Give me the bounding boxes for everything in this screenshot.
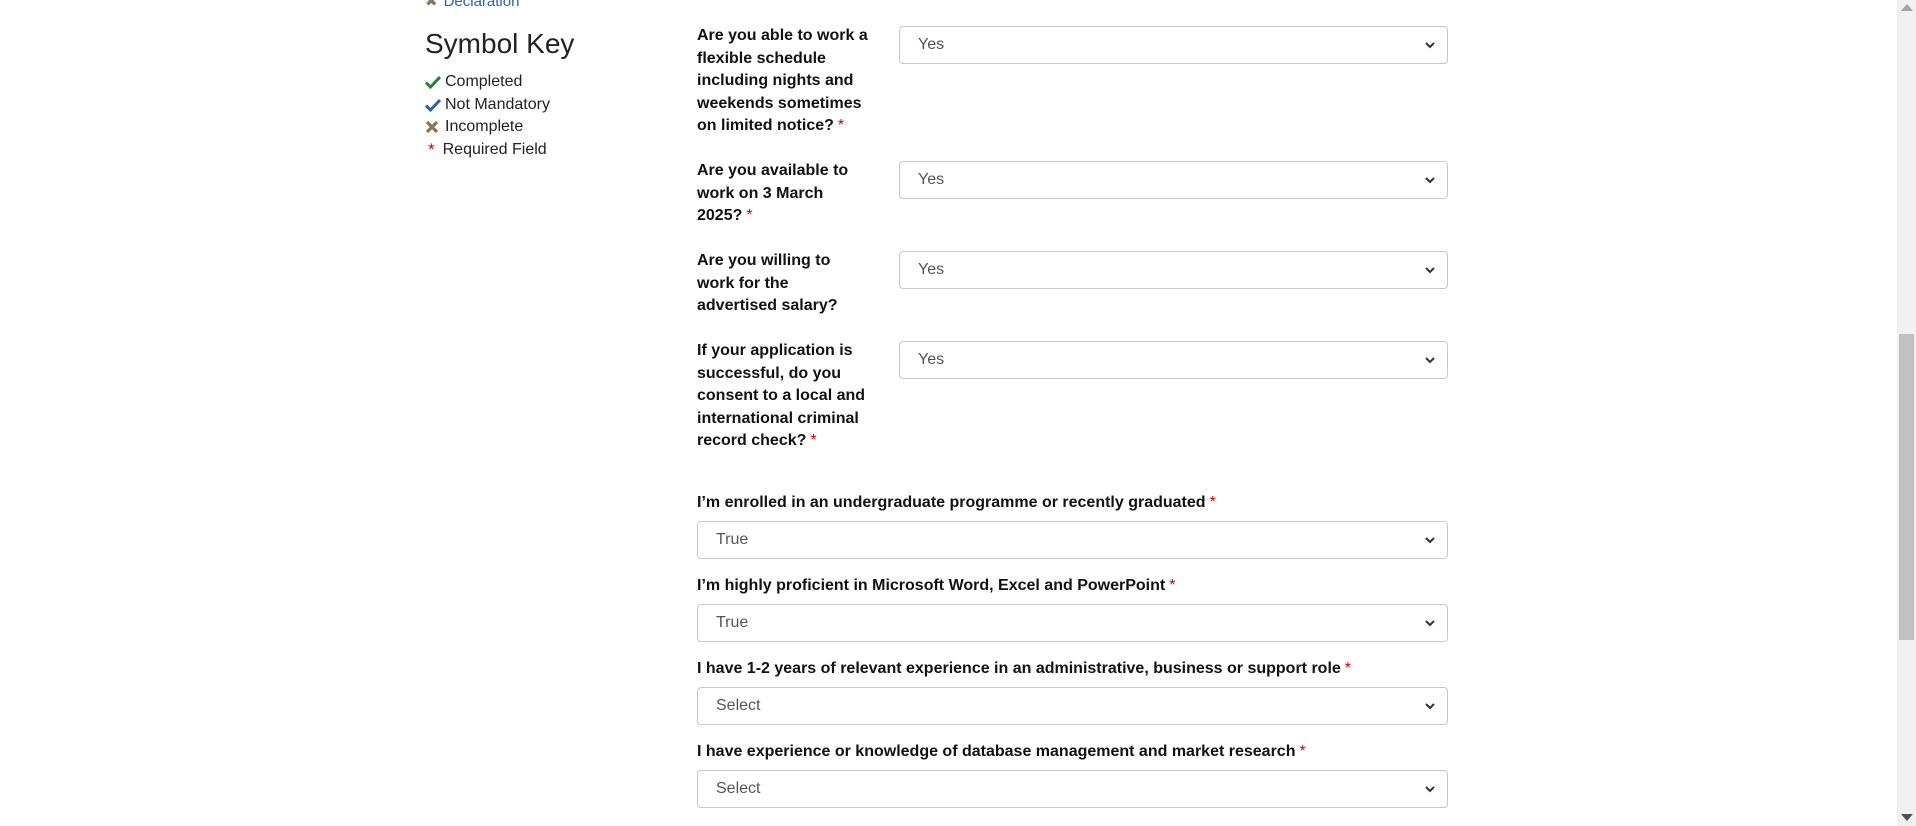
chevron-down-icon [1425, 42, 1435, 49]
check-icon [425, 98, 441, 112]
select-value: True [716, 531, 749, 548]
sidebar-link-label: Declaration [443, 0, 520, 10]
page: ✖ Declaration Symbol Key Completed Not Ma… [0, 0, 1897, 826]
chevron-down-icon [1425, 537, 1435, 544]
required-asterisk: * [1169, 577, 1176, 594]
question-text: Are you available to work on 3 March 202… [697, 162, 849, 224]
symbol-key-label: Required Field [442, 140, 547, 158]
chevron-down-icon [1425, 357, 1435, 364]
scroll-down-arrow-icon[interactable] [1901, 814, 1913, 821]
asterisk-icon: * [428, 139, 435, 159]
undergraduate-select[interactable]: True [697, 521, 1448, 559]
select-value: Yes [918, 171, 945, 188]
symbol-key-title: Symbol Key [425, 28, 575, 59]
question-label: Are you available to work on 3 March 202… [697, 160, 872, 228]
criminal-record-check-select[interactable]: Yes [899, 341, 1448, 379]
experience-select[interactable]: Select [697, 687, 1448, 725]
symbol-key-item-required: * Required Field [425, 139, 550, 162]
scrollbar-thumb[interactable] [1899, 334, 1914, 640]
cross-icon: ✖ [425, 0, 438, 10]
question-label: I have 1-2 years of relevant experience … [697, 658, 1457, 681]
symbol-key-item-completed: Completed [425, 71, 550, 94]
required-asterisk: * [1344, 660, 1352, 677]
symbol-key-label: Incomplete [445, 118, 524, 135]
required-asterisk: * [1299, 743, 1306, 760]
select-value: True [716, 614, 749, 631]
sidebar-link-declaration[interactable]: ✖ Declaration [425, 0, 519, 10]
required-asterisk: * [837, 117, 845, 134]
symbol-key-label: Completed [445, 73, 523, 90]
chevron-down-icon [1425, 620, 1435, 627]
question-text: Are you willing to work for the advertis… [697, 252, 838, 314]
required-asterisk: * [1209, 494, 1216, 511]
question-text: I’m enrolled in an undergraduate program… [697, 494, 1206, 511]
question-text: I have experience or knowledge of databa… [697, 743, 1296, 760]
check-icon [425, 75, 441, 90]
question-text: I’m highly proficient in Microsoft Word,… [697, 577, 1166, 594]
question-label: Are you willing to work for the advertis… [697, 250, 872, 318]
question-label: Are you able to work a flexible schedule… [697, 25, 872, 138]
flexible-schedule-select[interactable]: Yes [899, 26, 1448, 64]
microsoft-office-select[interactable]: True [697, 604, 1448, 642]
availability-select[interactable]: Yes [899, 161, 1448, 199]
chevron-down-icon [1425, 703, 1435, 710]
salary-select[interactable]: Yes [899, 251, 1448, 289]
select-value: Yes [918, 351, 945, 368]
question-label: I have experience or knowledge of databa… [697, 741, 1457, 764]
select-value: Select [716, 780, 761, 797]
select-value: Select [716, 697, 761, 714]
symbol-key-list: Completed Not Mandatory Incomplete * Req… [425, 71, 550, 161]
required-asterisk: * [810, 432, 817, 449]
required-asterisk: * [746, 207, 753, 224]
chevron-down-icon [1425, 177, 1435, 184]
chevron-down-icon [1425, 267, 1435, 274]
symbol-key-label: Not Mandatory [445, 95, 550, 113]
select-value: Yes [918, 36, 945, 53]
symbol-key-item-incomplete: Incomplete [425, 116, 550, 139]
chevron-down-icon [1425, 786, 1435, 793]
question-text: I have 1-2 years of relevant experience … [697, 660, 1341, 677]
scroll-up-arrow-icon[interactable] [1901, 4, 1913, 11]
question-label: If your application is successful, do yo… [697, 340, 872, 453]
vertical-scrollbar[interactable] [1897, 0, 1916, 826]
question-label: I’m highly proficient in Microsoft Word,… [697, 575, 1457, 598]
question-label: I’m enrolled in an undergraduate program… [697, 492, 1457, 515]
symbol-key-item-not-mandatory: Not Mandatory [425, 94, 550, 117]
select-value: Yes [918, 261, 945, 278]
database-knowledge-select[interactable]: Select [697, 770, 1448, 808]
cross-icon [425, 120, 441, 134]
question-text: If your application is successful, do yo… [697, 342, 866, 449]
